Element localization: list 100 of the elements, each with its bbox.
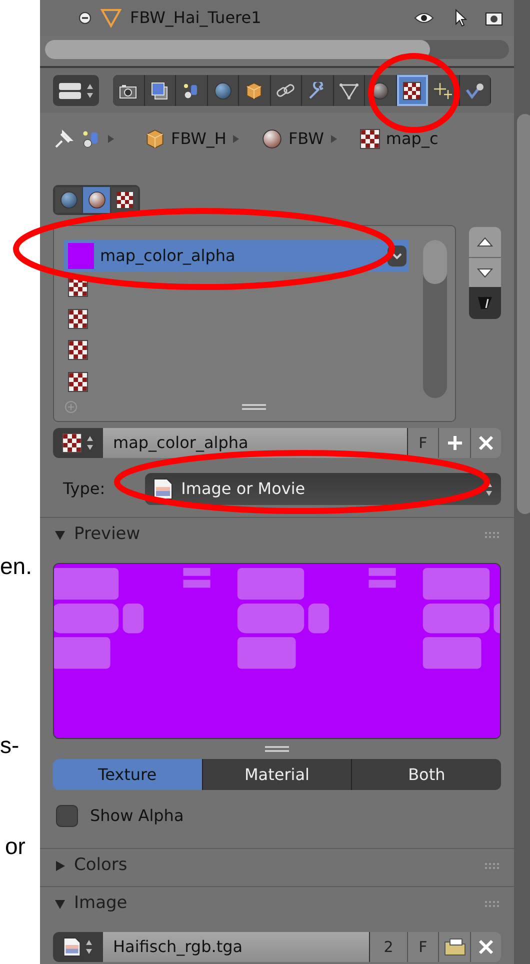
list-scrollbar[interactable] <box>423 240 447 398</box>
panel-header[interactable]: Colors <box>40 848 514 882</box>
background-text: s- <box>0 730 20 760</box>
panel-title: Image <box>74 892 128 915</box>
material-sphere-icon <box>262 129 282 149</box>
filter-button[interactable] <box>469 287 501 319</box>
material-sphere-icon <box>88 191 106 209</box>
panel-title: Colors <box>74 854 128 877</box>
panel-title: Preview <box>74 522 140 546</box>
preview-tab[interactable]: Both <box>351 759 501 790</box>
horizontal-scrollbar[interactable] <box>45 40 509 59</box>
drag-grip-icon <box>484 900 500 908</box>
users-count-button[interactable]: 2 <box>369 932 407 962</box>
outliner-row[interactable]: FBW_Hai_Tuere1 <box>40 0 514 36</box>
checker-icon <box>68 340 88 360</box>
ball-icon <box>464 82 485 100</box>
expanded-triangle-icon <box>54 898 66 910</box>
cube-icon <box>145 129 165 149</box>
scrollbar-thumb[interactable] <box>517 114 530 514</box>
cursor-icon[interactable] <box>454 9 468 27</box>
checker-icon <box>68 372 88 392</box>
move-down-button[interactable] <box>469 257 501 287</box>
checker-icon <box>360 129 380 149</box>
folder-icon <box>444 938 466 956</box>
new-button[interactable] <box>438 428 470 458</box>
image-file-icon <box>153 478 174 500</box>
property-tab[interactable] <box>460 75 491 106</box>
preview-tab[interactable]: Material <box>202 759 352 790</box>
type-label: Type: <box>62 478 106 500</box>
background-text: en. <box>0 552 33 581</box>
triangle-icon <box>338 82 359 100</box>
expanded-triangle-icon <box>54 528 66 540</box>
resize-handle-icon[interactable] <box>242 404 266 410</box>
resize-handle-icon[interactable] <box>265 746 289 752</box>
unlink-button[interactable] <box>470 932 501 962</box>
property-tab[interactable] <box>302 75 334 106</box>
close-icon <box>478 939 494 955</box>
property-tab[interactable] <box>270 75 302 106</box>
context-tab[interactable] <box>111 187 138 213</box>
breadcrumb-arrow-icon <box>107 134 115 144</box>
breadcrumb-item[interactable]: FBW_H <box>171 127 226 151</box>
breadcrumb-arrow-icon <box>232 134 240 144</box>
breadcrumb-item[interactable]: FBW <box>288 127 324 151</box>
up-down-arrows-icon <box>86 435 94 451</box>
scrollbar-thumb[interactable] <box>423 240 447 284</box>
sphere-icon <box>371 82 390 100</box>
globe-icon <box>214 82 232 100</box>
property-tab[interactable] <box>396 75 428 106</box>
display-mode-button[interactable] <box>53 75 99 106</box>
object-name: FBW_Hai_Tuere1 <box>130 7 262 29</box>
collapse-icon <box>78 11 92 25</box>
image-file-icon <box>63 937 81 957</box>
property-tab[interactable] <box>144 75 176 106</box>
texture-browse-button[interactable] <box>53 428 103 458</box>
layout-icon <box>58 82 82 100</box>
move-up-button[interactable] <box>469 227 501 257</box>
checkbox[interactable] <box>56 805 78 827</box>
scrollbar-thumb[interactable] <box>45 40 430 59</box>
collapsed-triangle-icon <box>54 860 66 872</box>
open-button[interactable] <box>438 932 470 962</box>
filter-icon <box>477 296 493 310</box>
context-tab[interactable] <box>55 187 82 213</box>
texture-slot[interactable]: map_color_alpha <box>64 240 409 272</box>
close-icon <box>478 435 494 451</box>
panel-header[interactable]: Image <box>40 886 514 920</box>
preview-tab[interactable]: Texture <box>53 759 202 790</box>
checker-icon <box>68 308 88 329</box>
drag-grip-icon <box>484 530 500 538</box>
image-browse-button[interactable] <box>53 932 103 962</box>
vertical-scrollbar[interactable] <box>514 0 530 964</box>
up-down-arrows-icon <box>86 82 94 98</box>
fake-user-button[interactable]: F <box>407 428 438 458</box>
chain-icon <box>276 82 296 100</box>
slot-name: map_color_alpha <box>100 244 236 267</box>
eye-icon[interactable] <box>414 11 434 25</box>
property-tab[interactable] <box>176 75 208 106</box>
breadcrumb-arrow-icon <box>330 134 338 144</box>
drag-grip-icon <box>484 862 500 870</box>
checker-icon <box>403 82 422 100</box>
unlink-button[interactable] <box>470 428 501 458</box>
background-text: or <box>5 832 26 861</box>
mesh-triangle-icon <box>100 8 122 28</box>
property-tab[interactable] <box>239 75 270 106</box>
up-arrow-icon <box>477 237 493 247</box>
property-tab[interactable] <box>113 75 144 106</box>
property-tab[interactable] <box>334 75 365 106</box>
context-tab[interactable] <box>83 187 110 213</box>
up-down-arrows-icon <box>85 939 93 955</box>
fake-user-button[interactable]: F <box>407 932 438 962</box>
pin-icon[interactable] <box>53 128 75 150</box>
property-tab[interactable] <box>208 75 239 106</box>
globe-icon <box>60 191 78 209</box>
type-dropdown[interactable]: Image or Movie <box>145 473 501 505</box>
up-down-arrows-icon <box>485 481 493 497</box>
image-name-field[interactable]: Haifisch_rgb.tga <box>103 932 369 962</box>
plus-icon <box>446 434 464 452</box>
checker-icon <box>62 433 82 453</box>
panel-header[interactable]: Preview <box>40 517 514 551</box>
down-arrow-icon <box>477 268 493 278</box>
breadcrumb-item[interactable]: map_c <box>386 127 438 151</box>
